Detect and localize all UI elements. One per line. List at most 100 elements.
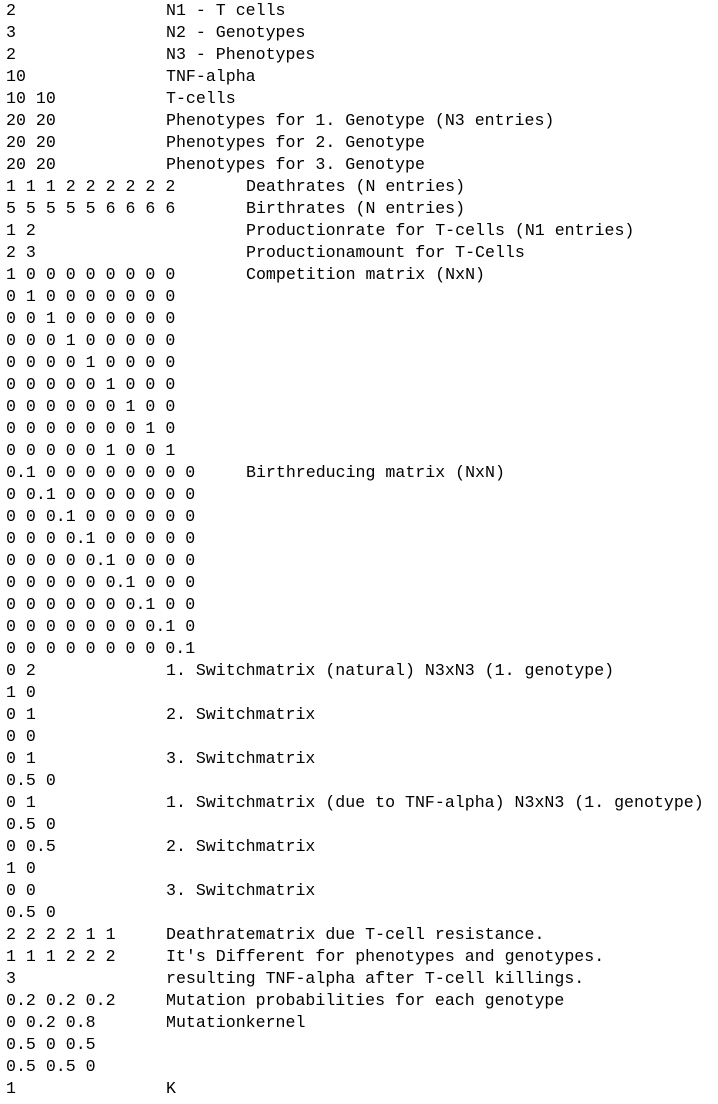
parameter-line: 0 0 0 0 0 1 0 0 0 — [0, 374, 718, 396]
parameter-description: Productionrate for T-cells (N1 entries) — [246, 221, 635, 240]
parameter-value: 0 0 0 0 0 0 0.1 0 0 — [6, 595, 196, 614]
parameter-line: 0.5 0 — [0, 770, 718, 792]
parameter-value: 0 0 0 0 0 0 1 0 0 — [6, 397, 176, 416]
parameter-line: 0 0 0 0 0 0 0 1 0 — [0, 418, 718, 440]
parameter-description: TNF-alpha — [166, 67, 256, 86]
parameter-value: 5 5 5 5 5 6 6 6 6 — [6, 199, 176, 218]
parameter-line: 0 0 0.1 0 0 0 0 0 0 — [0, 506, 718, 528]
parameter-value: 0 0.5 — [6, 837, 56, 856]
parameter-description: Mutation probabilities for each genotype — [166, 991, 565, 1010]
parameter-description: 1. Switchmatrix (due to TNF-alpha) N3xN3… — [166, 793, 704, 812]
parameter-line: 0.5 0 0.5 — [0, 1034, 718, 1056]
parameter-description: Mutationkernel — [166, 1013, 306, 1032]
parameter-line: 0 0 0 0.1 0 0 0 0 0 — [0, 528, 718, 550]
parameter-file: 2 N1 - T cells 3 N2 - Genotypes 2 N3 - Phenot… — [0, 0, 718, 1104]
parameter-line: 0.5 0 — [0, 814, 718, 836]
parameter-line: 20 20 Phenotypes for 3. Genotype — [0, 154, 718, 176]
parameter-value: 2 3 — [6, 243, 36, 262]
parameter-value: 0 0 0 1 0 0 0 0 0 — [6, 331, 176, 350]
parameter-line: 0 0.2 0.8 Mutationkernel — [0, 1012, 718, 1034]
parameter-line: 2 N3 - Phenotypes — [0, 44, 718, 66]
parameter-description: resulting TNF-alpha after T-cell killing… — [166, 969, 585, 988]
parameter-line: 1 2 Productionrate for T-cells (N1 entrie… — [0, 220, 718, 242]
parameter-value: 2 — [6, 45, 16, 64]
parameter-description: Phenotypes for 1. Genotype (N3 entries) — [166, 111, 555, 130]
parameter-description: Phenotypes for 3. Genotype — [166, 155, 425, 174]
parameter-line: 0 0 1 0 0 0 0 0 0 — [0, 308, 718, 330]
parameter-line: 0 0 0 0 1 0 0 0 0 — [0, 352, 718, 374]
parameter-description: Deathratematrix due T-cell resistance. — [166, 925, 545, 944]
parameter-line: 3 N2 - Genotypes — [0, 22, 718, 44]
parameter-value: 1 2 — [6, 221, 36, 240]
parameter-value: 0 0 0 0 1 0 0 0 0 — [6, 353, 176, 372]
parameter-description: 3. Switchmatrix — [166, 749, 316, 768]
parameter-line: 2 3 Productionamount for T-Cells — [0, 242, 718, 264]
parameter-value: 10 10 — [6, 89, 56, 108]
parameter-line: 0 0.5 2. Switchmatrix — [0, 836, 718, 858]
parameter-description: Birthreducing matrix (NxN) — [246, 463, 505, 482]
parameter-value: 1 0 0 0 0 0 0 0 0 — [6, 265, 176, 284]
parameter-description: N3 - Phenotypes — [166, 45, 316, 64]
parameter-value: 1 — [6, 1079, 16, 1098]
parameter-line: 1 0 0 0 0 0 0 0 0 Competition matrix (NxN… — [0, 264, 718, 286]
parameter-value: 0 0 — [6, 727, 36, 746]
parameter-description: Birthrates (N entries) — [246, 199, 466, 218]
parameter-value: 0 0 0 0 0 0.1 0 0 0 — [6, 573, 196, 592]
parameter-value: 20 20 — [6, 111, 56, 130]
parameter-description: Phenotypes for 2. Genotype — [166, 133, 425, 152]
parameter-value: 2 2 2 2 1 1 — [6, 925, 116, 944]
parameter-line: 0 0 0 0 0 0.1 0 0 0 — [0, 572, 718, 594]
parameter-description: 2. Switchmatrix — [166, 705, 316, 724]
parameter-value: 0.5 0 — [6, 771, 56, 790]
parameter-value: 1 1 1 2 2 2 — [6, 947, 116, 966]
parameter-value: 0 0.1 0 0 0 0 0 0 0 — [6, 485, 196, 504]
parameter-description: 3. Switchmatrix — [166, 881, 316, 900]
parameter-line: 0 0 0 1 0 0 0 0 0 — [0, 330, 718, 352]
parameter-value: 0 0 0 0 0.1 0 0 0 0 — [6, 551, 196, 570]
parameter-value: 1 0 — [6, 859, 36, 878]
parameter-line: 0 0 0 0 0 0 0 0 0.1 — [0, 638, 718, 660]
parameter-line: 2 2 2 2 1 1 Deathratematrix due T-cell re… — [0, 924, 718, 946]
parameter-description: K — [166, 1079, 176, 1098]
parameter-line: 0 2 1. Switchmatrix (natural) N3xN3 (1. g… — [0, 660, 718, 682]
parameter-line: 5 5 5 5 5 6 6 6 6 Birthrates (N entries) — [0, 198, 718, 220]
parameter-line: 10 TNF-alpha — [0, 66, 718, 88]
parameter-value: 0 0.2 0.8 — [6, 1013, 96, 1032]
parameter-value: 0 1 — [6, 793, 36, 812]
parameter-line: 0.2 0.2 0.2 Mutation probabilities for ea… — [0, 990, 718, 1012]
parameter-description: Productionamount for T-Cells — [246, 243, 525, 262]
parameter-line: 0 0 — [0, 726, 718, 748]
parameter-line: 10 10 T-cells — [0, 88, 718, 110]
parameter-value: 1 1 1 2 2 2 2 2 2 — [6, 177, 176, 196]
parameter-value: 0 0 1 0 0 0 0 0 0 — [6, 309, 176, 328]
parameter-value: 0 0 0 0 0 0 0 0.1 0 — [6, 617, 196, 636]
parameter-value: 20 20 — [6, 155, 56, 174]
parameter-value: 0.1 0 0 0 0 0 0 0 0 — [6, 463, 196, 482]
parameter-line: 0 1 1. Switchmatrix (due to TNF-alpha) N3… — [0, 792, 718, 814]
parameter-line: 0 0 0 0 0 0 0 0.1 0 — [0, 616, 718, 638]
parameter-line: 1 0 — [0, 682, 718, 704]
parameter-line: 0.1 0 0 0 0 0 0 0 0 Birthreducing matrix … — [0, 462, 718, 484]
parameter-line: 1 0 — [0, 858, 718, 880]
parameter-value: 0 0 0 0.1 0 0 0 0 0 — [6, 529, 196, 548]
parameter-line: 0 0 0 0 0 0 0.1 0 0 — [0, 594, 718, 616]
parameter-line: 1K — [0, 1078, 718, 1100]
parameter-line: 0 0.1 0 0 0 0 0 0 0 — [0, 484, 718, 506]
parameter-value: 0 1 0 0 0 0 0 0 0 — [6, 287, 176, 306]
parameter-description: Competition matrix (NxN) — [246, 265, 485, 284]
parameter-description: T-cells — [166, 89, 236, 108]
parameter-value: 0 0 — [6, 881, 36, 900]
parameter-line: 0.5 0.5 0 — [0, 1056, 718, 1078]
parameter-line: 0.5 0 — [0, 902, 718, 924]
parameter-line: 0 0 3. Switchmatrix — [0, 880, 718, 902]
parameter-value: 2 — [6, 1, 16, 20]
parameter-line: 20 20 Phenotypes for 2. Genotype — [0, 132, 718, 154]
parameter-line: 1 1 1 2 2 2 It's Different for phenotypes… — [0, 946, 718, 968]
parameter-value: 0.5 0.5 0 — [6, 1057, 96, 1076]
parameter-value: 3 — [6, 969, 16, 988]
parameter-line: 0 1 3. Switchmatrix — [0, 748, 718, 770]
parameter-line: 0 0 0 0 0 0 1 0 0 — [0, 396, 718, 418]
parameter-description: 1. Switchmatrix (natural) N3xN3 (1. geno… — [166, 661, 615, 680]
parameter-description: N2 - Genotypes — [166, 23, 306, 42]
parameter-line: 0 0 0 0 0 1 0 0 1 — [0, 440, 718, 462]
